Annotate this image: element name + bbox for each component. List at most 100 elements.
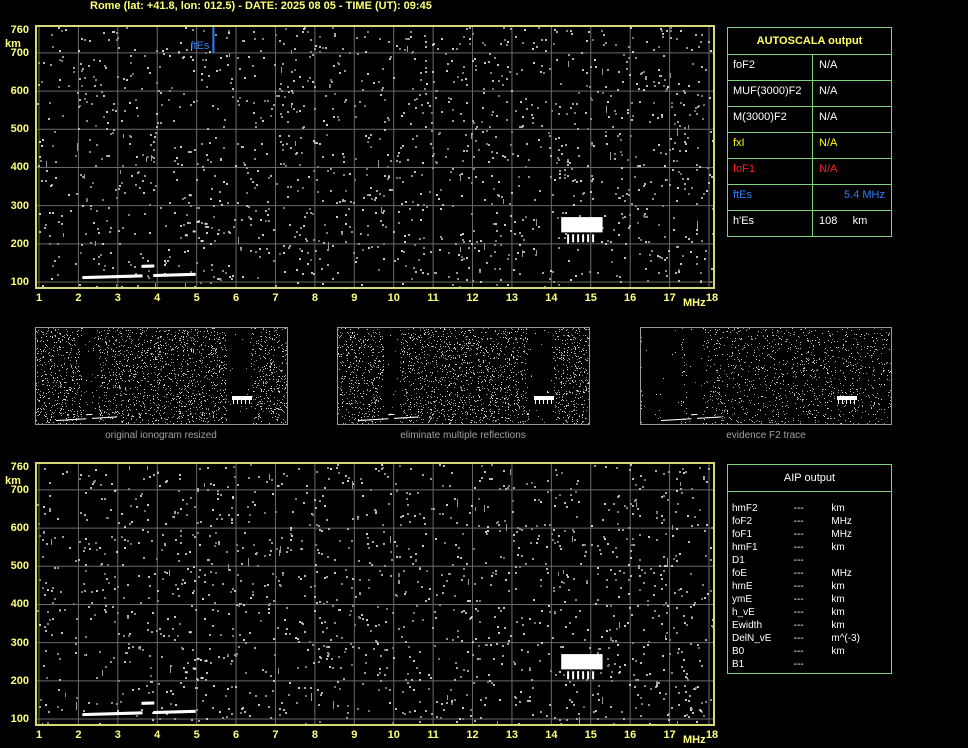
thumbnail-dot [448, 356, 449, 357]
thumbnail-dot [163, 379, 164, 380]
thumbnail-dot [583, 350, 584, 351]
thumbnail-dot [163, 345, 164, 346]
thumbnail-dot [492, 392, 493, 393]
thumbnail-dot [77, 331, 78, 332]
thumbnail-dot [214, 388, 215, 389]
thumbnail-dot [448, 346, 449, 347]
noise-dot [398, 152, 400, 154]
thumbnail-dot [77, 415, 78, 416]
noise-dot [510, 28, 512, 30]
thumbnail-dot [117, 414, 118, 415]
thumbnail-dot [206, 372, 207, 373]
thumbnail-dot [557, 394, 558, 395]
noise-dot [418, 259, 420, 261]
thumbnail-dot [203, 336, 204, 337]
thumbnail-dot [217, 332, 218, 333]
thumbnail-dot [453, 357, 454, 358]
noise-dot [299, 76, 301, 78]
noise-dot [604, 215, 606, 217]
thumbnail-dot [152, 353, 153, 354]
noise-dot [549, 68, 551, 70]
noise-dot [461, 195, 463, 197]
thumbnail-dot [395, 351, 396, 352]
noise-dot [468, 177, 470, 179]
thumbnail-dot [518, 382, 519, 383]
thumbnail-dot [128, 413, 129, 414]
thumbnail-dot [432, 346, 433, 347]
noise-dot [244, 77, 246, 79]
noise-dot [334, 93, 336, 95]
thumbnail-dot [127, 365, 128, 366]
noise-dot [254, 149, 256, 151]
thumbnail-dot [254, 391, 255, 392]
thumbnail-dot [38, 400, 39, 401]
thumbnail-dot [494, 376, 495, 377]
noise-dot [103, 95, 105, 97]
thumbnail-dot [51, 375, 52, 376]
thumbnail-dot [105, 358, 106, 359]
thumbnail-dot [500, 399, 501, 400]
thumbnail-dot [147, 352, 148, 353]
noise-dot [394, 260, 396, 262]
noise-dot [417, 204, 419, 206]
thumbnail-dot [409, 337, 410, 338]
noise-dot [160, 122, 162, 124]
noise-dot [213, 216, 215, 218]
thumbnail-dot [454, 400, 455, 401]
noise-dot [336, 202, 338, 204]
thumbnail-dot [191, 349, 192, 350]
thumbnail-dot [128, 330, 129, 331]
thumbnail-dot [145, 409, 146, 410]
thumbnail-dot [557, 357, 558, 358]
thumbnail-dot [430, 372, 431, 373]
noise-dot [378, 269, 380, 271]
noise-dot [559, 177, 561, 179]
thumbnail-dot [45, 351, 46, 352]
thumbnail-dot [179, 405, 180, 406]
thumbnail-dot [574, 404, 575, 405]
thumbnail-dot [103, 369, 104, 370]
thumbnail-dot [120, 353, 121, 354]
thumbnail-dot [197, 381, 198, 382]
thumbnail-dot [455, 383, 456, 384]
noise-streak [77, 143, 78, 151]
thumbnail-dot [424, 368, 425, 369]
thumbnail-dot [276, 408, 277, 409]
thumbnail-dot [511, 364, 512, 365]
noise-dot [373, 82, 375, 84]
thumbnail-dot [588, 399, 589, 400]
thumbnail-dot [486, 394, 487, 395]
noise-dot [100, 84, 102, 86]
thumbnail-dot [251, 353, 252, 354]
thumbnail-dot [180, 397, 181, 398]
thumbnail-dot [232, 368, 233, 369]
thumbnail-dot [128, 415, 129, 416]
thumbnail-dot [480, 352, 481, 353]
noise-dot [310, 39, 312, 41]
noise-dot [414, 244, 416, 246]
thumbnail-dot [114, 397, 115, 398]
thumbnail-dot [179, 413, 180, 414]
thumbnail-dot [482, 339, 483, 340]
thumbnail-dot [99, 346, 100, 347]
thumbnail-dot [491, 348, 492, 349]
thumbnail-dot [191, 370, 192, 371]
thumbnail-dot [570, 375, 571, 376]
thumbnail-dot [341, 378, 342, 379]
noise-dot [267, 214, 269, 216]
noise-dot [292, 92, 294, 94]
noise-dot [558, 237, 560, 239]
thumbnail-dot [107, 351, 108, 352]
noise-dot [662, 33, 664, 35]
x-tick-label: 13 [505, 292, 519, 304]
thumbnail-dot [38, 415, 39, 416]
thumbnail-dot [478, 341, 479, 342]
thumbnail-dot [112, 412, 113, 413]
noise-dot [688, 85, 690, 87]
thumbnail-dot [206, 393, 207, 394]
noise-dot [687, 178, 689, 180]
noise-dot [303, 225, 305, 227]
noise-dot [90, 205, 92, 207]
noise-dot [486, 130, 488, 132]
thumbnail-dot [53, 377, 54, 378]
